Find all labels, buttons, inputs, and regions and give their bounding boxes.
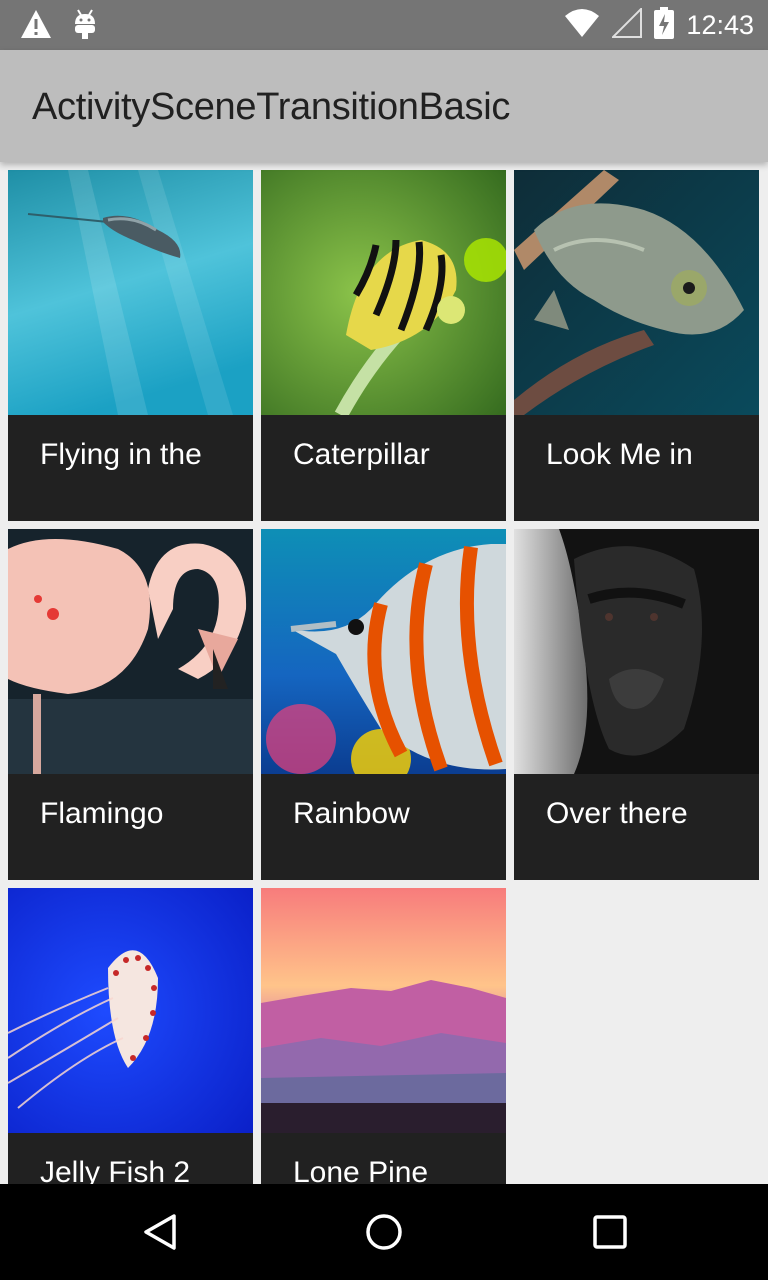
stingray-image [8,170,253,415]
grid-item-flamingo[interactable]: Flamingo [8,529,253,880]
jellyfish-image [8,888,253,1133]
status-time: 12:43 [686,9,754,40]
chameleon-image [514,170,759,415]
recents-icon[interactable] [590,1212,630,1252]
tile-label: Rainbow [293,797,410,830]
home-icon[interactable] [364,1212,404,1252]
tile-label: Flamingo [40,797,164,830]
grid-item-flying-in-the[interactable]: Flying in the [8,170,253,521]
cell-signal-icon [611,6,643,42]
app-title: ActivitySceneTransitionBasic [32,86,511,128]
grid-item-jelly-fish-2[interactable]: Jelly Fish 2 [8,888,253,1184]
tile-label: Caterpillar [293,438,430,471]
photo-grid: Flying in the Caterpillar Look Me in Fla… [8,170,760,1184]
warning-icon [20,9,52,43]
flamingo-image [8,529,253,774]
app-bar: ActivitySceneTransitionBasic [0,50,768,162]
battery-charging-icon [654,7,675,43]
navigation-bar [0,1184,768,1280]
android-debug-icon [72,8,98,44]
grid-item-lone-pine[interactable]: Lone Pine [261,888,506,1184]
tile-label: Over there [546,797,688,830]
back-icon[interactable] [140,1212,180,1252]
grid-item-rainbow[interactable]: Rainbow [261,529,506,880]
grid-item-over-there[interactable]: Over there [514,529,759,880]
grid-item-look-me-in[interactable]: Look Me in [514,170,759,521]
gorilla-image [514,529,759,774]
wifi-icon [564,8,600,42]
tile-label: Jelly Fish 2 [40,1156,191,1184]
butterflyfish-image [261,529,506,774]
status-bar: 12:43 [0,0,768,50]
grid-item-caterpillar[interactable]: Caterpillar [261,170,506,521]
tile-label: Flying in the [40,438,202,471]
mountain-sunset-image [261,888,506,1133]
tile-label: Look Me in [546,438,693,471]
tile-label: Lone Pine [293,1156,429,1184]
caterpillar-image [261,170,506,415]
